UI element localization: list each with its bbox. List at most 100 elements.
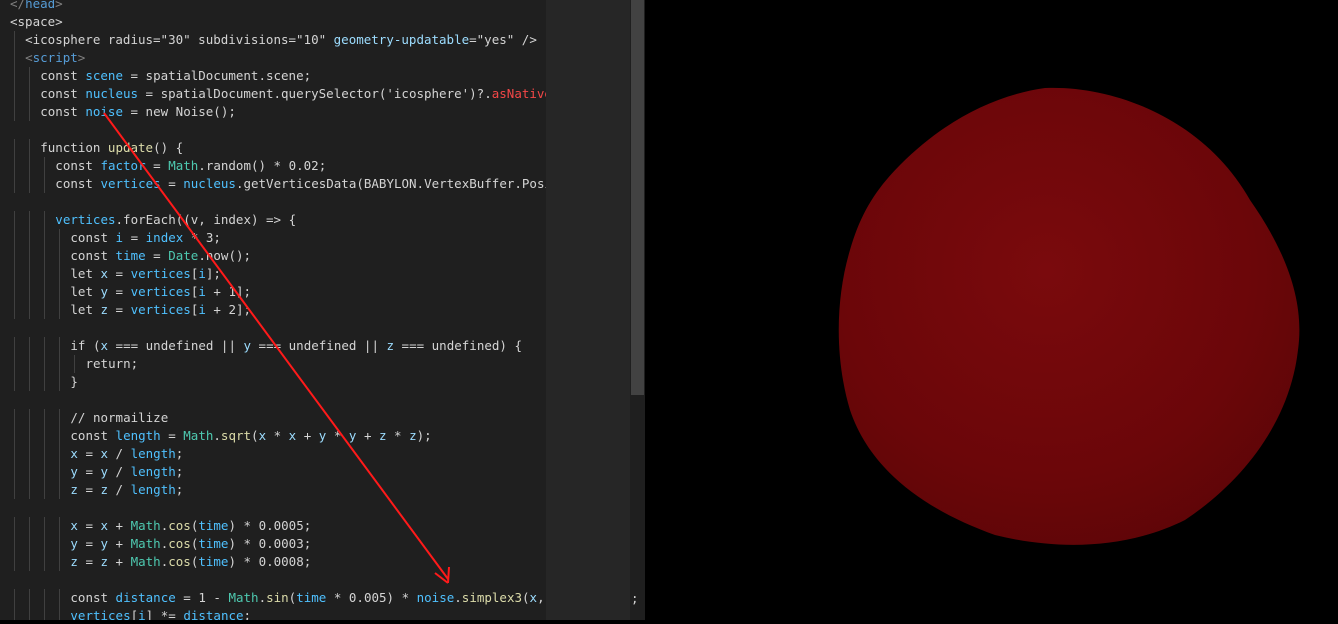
indent-guide bbox=[29, 229, 31, 247]
code-token: = bbox=[160, 176, 184, 191]
code-token: x bbox=[100, 338, 109, 353]
code-token: z bbox=[409, 428, 417, 443]
code-token: ]; bbox=[205, 266, 221, 281]
code-token: simplex3 bbox=[461, 590, 523, 605]
code-line[interactable]: vertices.forEach((v, index) => { bbox=[55, 211, 296, 229]
code-token: z bbox=[379, 428, 387, 443]
code-line[interactable]: if (x === undefined || y === undefined |… bbox=[70, 337, 522, 355]
code-line[interactable]: <space> bbox=[10, 13, 63, 31]
code-token: let bbox=[70, 284, 101, 299]
indent-guide bbox=[59, 409, 61, 427]
indent-guide bbox=[44, 265, 46, 283]
code-line[interactable]: const factor = Math.random() * 0.02; bbox=[55, 157, 326, 175]
code-area[interactable]: </head> <space> <icosphere radius="30" sub… bbox=[0, 0, 546, 620]
code-token: x bbox=[70, 446, 78, 461]
code-token: * bbox=[266, 428, 289, 443]
indent-guide bbox=[14, 283, 15, 301]
code-line[interactable]: function update() { bbox=[40, 139, 183, 157]
indent-guide bbox=[29, 247, 31, 265]
code-token: Math bbox=[130, 554, 161, 569]
indent-guide bbox=[14, 103, 15, 121]
code-token: + 2]; bbox=[205, 302, 252, 317]
code-token: x bbox=[100, 266, 109, 281]
code-token: y bbox=[100, 536, 109, 551]
code-token: sqrt bbox=[220, 428, 252, 443]
indent-guide bbox=[44, 589, 46, 607]
indent-guide bbox=[14, 589, 15, 607]
code-line[interactable]: x = x + Math.cos(time) * 0.0005; bbox=[70, 517, 311, 535]
indent-guide bbox=[59, 427, 61, 445]
code-line[interactable]: y = y + Math.cos(time) * 0.0003; bbox=[70, 535, 311, 553]
code-line[interactable]: const scene = spatialDocument.scene; bbox=[40, 67, 311, 85]
code-line[interactable]: let z = vertices[i + 2]; bbox=[70, 301, 251, 319]
code-token: x bbox=[100, 518, 109, 533]
code-line[interactable]: x = x / length; bbox=[70, 445, 183, 463]
scrollbar-thumb[interactable] bbox=[631, 0, 644, 395]
code-token: () { bbox=[153, 140, 184, 155]
indent-guide bbox=[44, 427, 46, 445]
indent-guide bbox=[44, 373, 46, 391]
code-line[interactable]: const i = index * 3; bbox=[70, 229, 221, 247]
indent-guide bbox=[59, 535, 61, 553]
code-token: y bbox=[100, 464, 109, 479]
code-token: ; bbox=[243, 608, 252, 620]
code-line[interactable]: <script> bbox=[25, 49, 85, 67]
code-line[interactable]: z = z / length; bbox=[70, 481, 183, 499]
code-token: distance bbox=[183, 608, 244, 620]
code-token: </ bbox=[10, 0, 26, 11]
noisy-icosphere-mesh bbox=[838, 87, 1300, 545]
code-token: , bbox=[537, 590, 545, 605]
code-line[interactable]: const vertices = nucleus.getVerticesData… bbox=[55, 175, 546, 193]
code-line[interactable]: </head> bbox=[10, 0, 63, 13]
code-token: script bbox=[32, 50, 78, 65]
code-token: scene bbox=[85, 68, 123, 83]
indent-guide bbox=[29, 427, 31, 445]
code-token: return; bbox=[85, 356, 139, 371]
indent-guide bbox=[14, 553, 15, 571]
code-token: Math bbox=[130, 518, 161, 533]
code-token: <space> bbox=[10, 14, 63, 29]
indent-guide bbox=[44, 211, 46, 229]
code-line[interactable]: <icosphere radius="30" subdivisions="10"… bbox=[25, 31, 537, 49]
indent-guide bbox=[14, 337, 15, 355]
code-editor[interactable]: </head> <space> <icosphere radius="30" sub… bbox=[0, 0, 645, 620]
code-token: vertices bbox=[130, 284, 191, 299]
code-overflow-region bbox=[546, 0, 630, 620]
code-token: y bbox=[243, 338, 252, 353]
indent-guide bbox=[29, 103, 31, 121]
code-line[interactable]: z = z + Math.cos(time) * 0.0008; bbox=[70, 553, 311, 571]
code-line[interactable]: const distance = 1 - Math.sin(time * 0.0… bbox=[70, 589, 546, 607]
code-line[interactable]: } bbox=[70, 373, 78, 391]
code-token: vertices bbox=[130, 302, 191, 317]
code-line[interactable]: const time = Date.now(); bbox=[70, 247, 251, 265]
code-token: = bbox=[77, 446, 101, 461]
code-token: length bbox=[115, 428, 161, 443]
code-token: const bbox=[40, 104, 86, 119]
code-line[interactable]: const noise = new Noise(); bbox=[40, 103, 236, 121]
code-line[interactable]: let x = vertices[i]; bbox=[70, 265, 221, 283]
code-line[interactable]: return; bbox=[86, 355, 139, 373]
code-token: function bbox=[40, 140, 108, 155]
indent-guide bbox=[14, 355, 15, 373]
indent-guide bbox=[29, 445, 31, 463]
indent-guide bbox=[44, 229, 46, 247]
code-token: time bbox=[115, 248, 146, 263]
code-token: Date bbox=[168, 248, 199, 263]
code-token: nucleus bbox=[85, 86, 139, 101]
3d-viewport[interactable] bbox=[645, 0, 1338, 620]
code-line[interactable]: let y = vertices[i + 1]; bbox=[70, 283, 251, 301]
code-line[interactable]: y = y / length; bbox=[70, 463, 183, 481]
indent-guide bbox=[59, 247, 61, 265]
indent-guide bbox=[29, 589, 31, 607]
code-token: * bbox=[386, 428, 410, 443]
code-token: + bbox=[108, 554, 131, 569]
code-token: = 1 - bbox=[175, 590, 229, 605]
indent-guide bbox=[59, 373, 61, 391]
viewport-canvas bbox=[838, 87, 1300, 545]
code-line[interactable]: const length = Math.sqrt(x * x + y * y +… bbox=[70, 427, 431, 445]
code-line[interactable]: const nucleus = spatialDocument.querySel… bbox=[40, 85, 546, 103]
code-line[interactable]: // normailize bbox=[70, 409, 168, 427]
indent-guide bbox=[14, 229, 15, 247]
code-token: vertices bbox=[70, 608, 131, 620]
code-line[interactable]: vertices[i] *= distance; bbox=[70, 607, 251, 620]
